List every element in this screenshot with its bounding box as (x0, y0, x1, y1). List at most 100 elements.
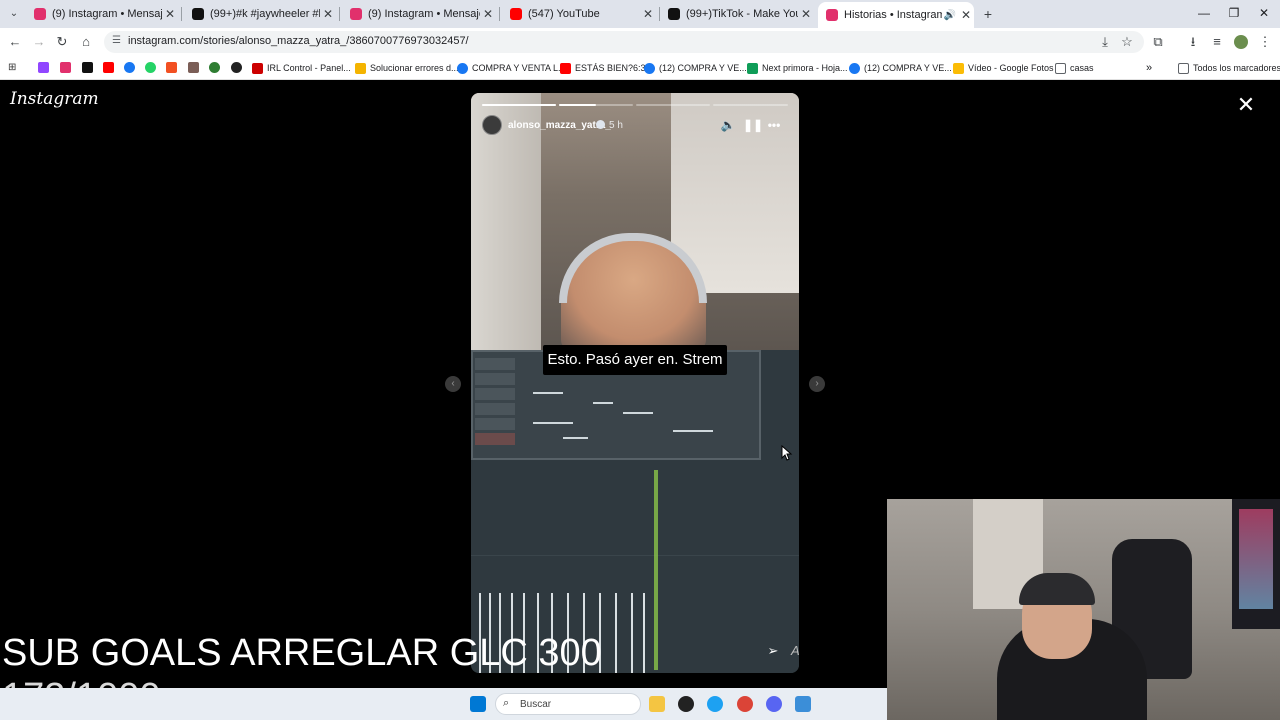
edge-icon[interactable] (707, 696, 723, 712)
daw-note (533, 422, 573, 424)
youtube-bookmark-icon[interactable] (103, 62, 114, 73)
extensions-icon[interactable]: ⧉ (1149, 33, 1167, 51)
send-icon[interactable]: ➢ (765, 643, 781, 659)
install-app-icon[interactable]: ⤓ (1096, 33, 1114, 51)
chrome-icon[interactable] (737, 696, 753, 712)
instagram-logo[interactable]: Instagram (10, 89, 99, 109)
close-tab-icon[interactable]: ✕ (320, 7, 336, 21)
green-bookmark-icon[interactable] (209, 62, 220, 73)
taskbar-search[interactable]: ⌕ Buscar (495, 693, 641, 715)
bookmark-estas-bien[interactable]: ESTÁS BIEN?6:33 (560, 61, 651, 75)
daw-note (533, 392, 563, 394)
avatar[interactable] (482, 115, 502, 135)
tab-separator (339, 7, 340, 21)
bookmark-compra-ve-2[interactable]: (12) COMPRA Y VE... (849, 61, 952, 75)
progress-fill (559, 104, 596, 106)
profile-avatar[interactable] (1232, 33, 1250, 51)
volume-icon[interactable]: 🔈 (720, 117, 736, 133)
close-tab-icon[interactable]: ✕ (162, 7, 178, 21)
previous-story-icon[interactable]: ‹ (445, 376, 461, 392)
close-tab-icon[interactable]: ✕ (480, 7, 496, 21)
daw-track (475, 418, 515, 430)
bookmark-favicon (252, 62, 263, 74)
bookmarks-bar: ⊞ IRL Control - Panel... Solucionar erro… (0, 56, 1280, 80)
story-viewer[interactable]: alonso_mazza_yatra_ 5 h 🔈 ❚❚ ••• Esto. P… (471, 93, 799, 673)
bookmark-compra-venta[interactable]: COMPRA Y VENTA L... (457, 61, 566, 75)
discord-icon[interactable] (766, 696, 782, 712)
tab-instagram-mensajes-1[interactable]: (9) Instagram • Mensajes ✕ (28, 2, 178, 26)
bookmark-label: Todos los marcadores (1193, 63, 1280, 73)
x-bookmark-icon[interactable] (82, 62, 93, 73)
next-story-icon[interactable]: › (809, 376, 825, 392)
tab-tiktok[interactable]: (99+)TikTok - Make Your Day ✕ (662, 2, 814, 26)
bookmark-star-icon[interactable]: ☆ (1118, 33, 1136, 51)
tab-separator (181, 7, 182, 21)
grid-line (471, 555, 799, 556)
media-controls-icon[interactable]: ≡ (1208, 33, 1226, 51)
bookmark-label: Vídeo - Google Fotos (968, 63, 1054, 73)
speaker-icon[interactable]: 🔊 (942, 10, 958, 21)
search-label: Buscar (520, 699, 552, 710)
instagram-bookmark-icon[interactable] (60, 62, 71, 73)
bookmark-favicon (560, 62, 571, 74)
close-window-button[interactable]: ✕ (1250, 4, 1278, 22)
playhead (654, 470, 658, 670)
daw-track (475, 358, 515, 370)
facebook-bookmark-icon[interactable] (124, 62, 135, 73)
app-icon[interactable] (678, 696, 694, 712)
windows-taskbar: ⌕ Buscar (0, 688, 887, 720)
progress-segment (559, 104, 633, 106)
bookmark-label: ESTÁS BIEN?6:33 (575, 63, 651, 73)
bookmark-casas[interactable]: casas (1055, 61, 1094, 75)
tab-instagram-mensajes-2[interactable]: (9) Instagram • Mensajes ✕ (344, 2, 496, 26)
all-bookmarks[interactable]: Todos los marcadores (1178, 61, 1280, 75)
bookmark-label: (12) COMPRA Y VE... (864, 63, 952, 73)
microsoft-bookmark-icon[interactable] (166, 62, 177, 73)
instagram-icon (350, 8, 362, 20)
apps-icon[interactable]: ⊞ (8, 62, 19, 73)
pause-icon[interactable]: ❚❚ (743, 117, 763, 133)
tab-tiktok-jaywheeler[interactable]: (99+)#k #jaywheeler #k | Jay W ✕ (186, 2, 336, 26)
progress-segment (713, 104, 788, 106)
youtube-icon (510, 8, 522, 20)
file-explorer-icon[interactable] (649, 696, 665, 712)
bookmark-compra-ve-1[interactable]: (12) COMPRA Y VE... (644, 61, 747, 75)
tab-youtube[interactable]: (547) YouTube ✕ (504, 2, 656, 26)
close-tab-icon[interactable]: ✕ (640, 7, 656, 21)
tab-title: (99+)#k #jaywheeler #k | Jay W (210, 8, 320, 20)
tab-historias-instagram[interactable]: Historias • Instagram 🔊 ✕ (818, 2, 974, 28)
progress-segment (636, 104, 710, 106)
whatsapp-bookmark-icon[interactable] (145, 62, 156, 73)
restore-button[interactable]: ❐ (1220, 4, 1248, 22)
more-icon[interactable]: ••• (766, 117, 782, 133)
app-icon[interactable] (795, 696, 811, 712)
fridge-light (1239, 509, 1273, 609)
story-time: 5 h (609, 120, 623, 131)
bookmark-next-primora[interactable]: Next primora - Hoja... (747, 61, 848, 75)
back-icon[interactable]: ← (6, 33, 24, 51)
reload-icon[interactable]: ↻ (53, 33, 71, 51)
close-tab-icon[interactable]: ✕ (798, 7, 814, 21)
bookmark-solucionar[interactable]: Solucionar errores d... (355, 61, 459, 75)
more-bookmarks-icon[interactable]: » (1146, 61, 1152, 75)
bookmark-irl-control[interactable]: IRL Control - Panel... (252, 61, 351, 75)
folder-icon (1055, 62, 1066, 74)
story-header: alonso_mazza_yatra_ 5 h 🔈 ❚❚ ••• (482, 115, 788, 137)
minimize-button[interactable]: — (1190, 4, 1218, 22)
downloads-icon[interactable]: ⭳ (1184, 33, 1202, 51)
new-tab-icon[interactable]: + (980, 6, 996, 22)
menu-icon[interactable]: ⋮ (1256, 33, 1274, 51)
twitch-bookmark-icon[interactable] (38, 62, 49, 73)
forward-icon[interactable]: → (30, 33, 48, 51)
bookmark-label: casas (1070, 63, 1094, 73)
site-info-icon[interactable]: ☰ (112, 35, 121, 46)
home-icon[interactable]: ⌂ (77, 33, 95, 51)
bookmark-google-fotos[interactable]: Vídeo - Google Fotos (953, 61, 1054, 75)
github-bookmark-icon[interactable] (231, 62, 242, 73)
close-tab-icon[interactable]: ✕ (958, 8, 974, 22)
start-icon[interactable] (470, 696, 486, 712)
close-icon[interactable]: ✕ (1234, 93, 1258, 117)
tab-search-icon[interactable]: ⌄ (6, 6, 22, 22)
address-bar[interactable]: ☰ instagram.com/stories/alonso_mazza_yat… (104, 31, 1144, 53)
image-bookmark-icon[interactable] (188, 62, 199, 73)
